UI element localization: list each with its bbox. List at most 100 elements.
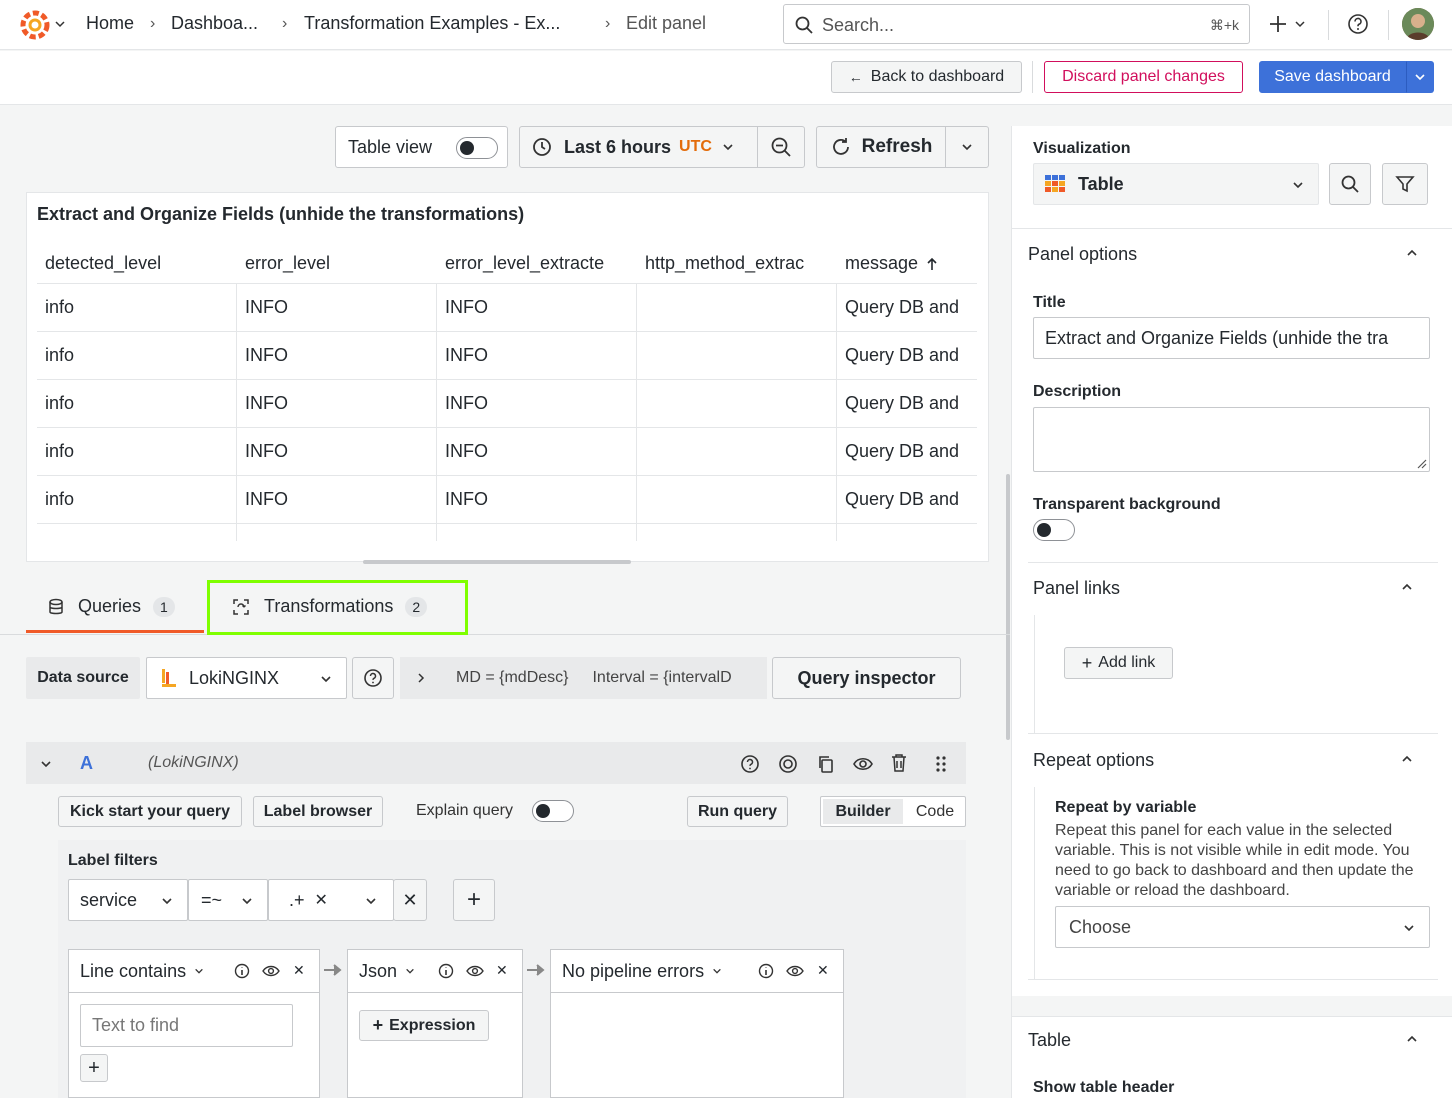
vertical-scrollbar[interactable] [1006, 474, 1010, 740]
breadcrumb-home[interactable]: Home [86, 13, 134, 34]
chevron-up-icon[interactable] [1401, 753, 1413, 765]
description-textarea[interactable] [1033, 407, 1430, 472]
eye-icon[interactable] [466, 964, 484, 978]
label-browser-button[interactable]: Label browser [253, 796, 383, 827]
trash-icon[interactable] [890, 753, 908, 773]
table-cell: INFO [245, 345, 288, 365]
divider [1032, 61, 1033, 93]
close-icon[interactable]: ✕ [496, 962, 508, 979]
tab-queries[interactable]: Queries 1 [48, 596, 175, 617]
data-source-help-button[interactable] [352, 657, 394, 699]
discard-panel-changes-button[interactable]: Discard panel changes [1044, 61, 1243, 93]
breadcrumb-dashboard[interactable]: Transformation Examples - Ex... [304, 13, 560, 34]
operation-header[interactable]: Line contains ✕ [69, 950, 319, 993]
time-range-picker[interactable]: Last 6 hours UTC [519, 126, 758, 168]
save-options-dropdown[interactable] [1406, 61, 1434, 93]
drag-handle-icon[interactable] [934, 754, 948, 774]
data-source-label: Data source [26, 657, 140, 699]
editor-mode-switch: Builder Code [820, 796, 966, 827]
plus-icon: + [1081, 652, 1093, 673]
close-icon[interactable]: ✕ [315, 890, 328, 910]
transparent-background-toggle[interactable] [1033, 519, 1075, 541]
remove-filter-button[interactable]: ✕ [393, 879, 427, 921]
horizontal-scrollbar[interactable] [363, 560, 631, 564]
chevron-up-icon[interactable] [1406, 247, 1418, 259]
info-icon[interactable] [234, 963, 250, 979]
eye-icon[interactable] [786, 964, 804, 978]
arrow-right-icon [322, 960, 344, 980]
add-link-button[interactable]: + Add link [1064, 647, 1173, 679]
eye-icon[interactable] [852, 754, 874, 774]
duplicate-icon[interactable] [816, 754, 836, 774]
label-value-select[interactable]: .+ ✕ [268, 879, 394, 921]
chevron-down-icon[interactable] [40, 758, 52, 770]
explain-query-toggle[interactable] [532, 800, 574, 822]
table-header-cell[interactable]: error_level_extracte [445, 253, 635, 274]
back-to-dashboard-button[interactable]: ← Back to dashboard [831, 61, 1022, 93]
help-icon[interactable] [740, 754, 760, 774]
panel-options-title[interactable]: Panel options [1028, 244, 1137, 265]
operation-header[interactable]: Json ✕ [348, 950, 522, 993]
chevron-down-icon[interactable] [54, 18, 66, 30]
toggle-switch[interactable] [456, 137, 498, 159]
chevron-down-icon[interactable] [1294, 18, 1306, 30]
grafana-logo-icon[interactable] [18, 8, 52, 42]
repeat-options-title[interactable]: Repeat options [1033, 750, 1154, 771]
label-operator-select[interactable]: =~ [188, 879, 268, 921]
table-header-cell[interactable]: http_method_extrac [645, 253, 835, 274]
plus-icon[interactable] [1268, 14, 1288, 34]
info-icon[interactable] [438, 963, 454, 979]
code-mode-button[interactable]: Code [905, 797, 965, 826]
transparent-background-label: Transparent background [1033, 496, 1221, 513]
table-header-cell[interactable]: detected_level [45, 253, 235, 274]
close-icon[interactable]: ✕ [293, 962, 305, 979]
add-expression-button[interactable]: + Expression [359, 1010, 489, 1041]
table-view-toggle[interactable]: Table view [335, 126, 508, 168]
resize-handle-icon[interactable] [1415, 457, 1427, 469]
chevron-up-icon[interactable] [1401, 581, 1413, 593]
close-icon[interactable]: ✕ [817, 962, 829, 979]
search-input[interactable]: Search... ⌘+k [783, 4, 1250, 44]
avatar[interactable] [1402, 8, 1434, 40]
run-query-button[interactable]: Run query [687, 796, 788, 827]
builder-mode-button[interactable]: Builder [823, 799, 903, 824]
table-header-cell[interactable]: error_level [245, 253, 435, 274]
title-input[interactable]: Extract and Organize Fields (unhide the … [1033, 317, 1430, 359]
table-cell: Query DB and [845, 489, 960, 509]
refresh-button[interactable]: Refresh [816, 126, 946, 168]
label-key-select[interactable]: service [68, 879, 188, 921]
query-datasource-name: (LokiNGINX) [148, 754, 239, 771]
data-source-picker[interactable]: LokiNGINX [146, 657, 347, 699]
filter-options-button[interactable] [1382, 163, 1428, 205]
add-param-button[interactable]: + [80, 1054, 108, 1082]
info-icon[interactable] [758, 963, 774, 979]
query-history-icon[interactable] [778, 754, 798, 774]
breadcrumb-dashboards[interactable]: Dashboa... [171, 13, 258, 34]
zoom-out-button[interactable] [757, 126, 805, 168]
visualization-label: Visualization [1033, 140, 1131, 157]
table-section-title[interactable]: Table [1028, 1030, 1071, 1051]
arrow-left-icon: ← [848, 69, 863, 85]
text-to-find-input[interactable]: Text to find [80, 1004, 293, 1047]
chevron-down-icon [1414, 71, 1426, 83]
repeat-variable-select[interactable]: Choose [1055, 906, 1430, 948]
save-dashboard-button[interactable]: Save dashboard [1259, 61, 1406, 93]
panel-links-title[interactable]: Panel links [1033, 578, 1120, 599]
search-options-button[interactable] [1329, 163, 1371, 205]
operation-header[interactable]: No pipeline errors ✕ [551, 950, 843, 993]
column-divider [836, 283, 837, 541]
eye-icon[interactable] [262, 964, 280, 978]
table-cell: INFO [445, 489, 488, 509]
query-row-header: A (LokiNGINX) [26, 742, 966, 784]
add-filter-button[interactable]: + [453, 879, 495, 921]
visualization-picker[interactable]: Table [1033, 163, 1319, 205]
chevron-up-icon[interactable] [1406, 1033, 1418, 1045]
table-header-cell[interactable]: message [845, 253, 975, 274]
refresh-interval-dropdown[interactable] [945, 126, 989, 168]
kick-start-query-button[interactable]: Kick start your query [58, 796, 242, 827]
help-icon[interactable] [1347, 13, 1369, 35]
query-ref-id[interactable]: A [80, 753, 93, 774]
query-options-bar[interactable]: MD = {mdDesc} Interval = {intervalD [400, 657, 767, 699]
query-inspector-button[interactable]: Query inspector [772, 657, 961, 699]
tab-transformations[interactable]: Transformations 2 [232, 596, 428, 617]
